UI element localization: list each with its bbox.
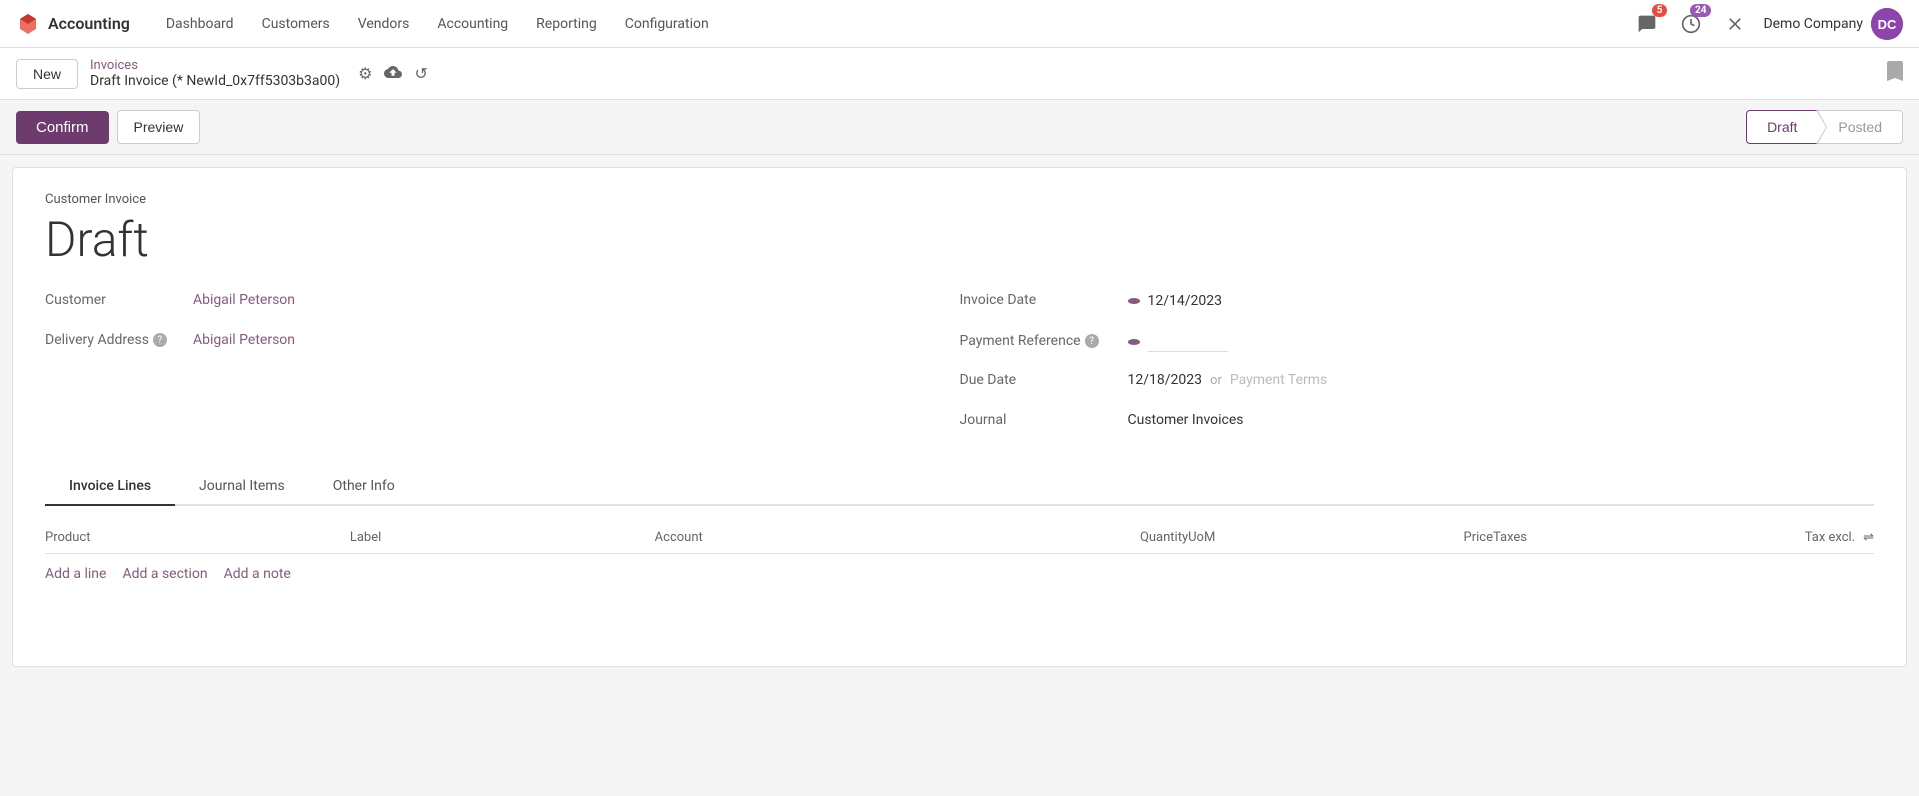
form-section-left: Customer Abigail Peterson Delivery Addre… — [45, 292, 960, 444]
add-note-button[interactable]: Add a note — [224, 566, 291, 582]
col-header-quantity: Quantity — [1036, 530, 1188, 545]
payment-reference-help-icon[interactable]: ? — [1085, 334, 1099, 348]
invoice-date-value[interactable]: 12/14/2023 — [1148, 293, 1223, 309]
svg-text:DC: DC — [1878, 17, 1897, 32]
breadcrumb-title: Draft Invoice (* NewId_0x7ff5303b3a00) — [90, 73, 340, 89]
add-line-button[interactable]: Add a line — [45, 566, 106, 582]
action-bar: Confirm Preview Draft Posted — [0, 100, 1919, 155]
main-content: Customer Invoice Draft Customer Abigail … — [12, 167, 1907, 667]
nav-dashboard[interactable]: Dashboard — [154, 10, 246, 38]
journal-label: Journal — [960, 412, 1120, 428]
col-header-taxes: Taxes — [1493, 530, 1722, 545]
close-icon[interactable] — [1719, 8, 1751, 40]
nav-reporting[interactable]: Reporting — [524, 10, 609, 38]
activities-button[interactable]: 24 — [1675, 8, 1707, 40]
journal-row: Journal Customer Invoices — [960, 412, 1875, 444]
status-posted-button[interactable]: Posted — [1817, 110, 1903, 144]
journal-value[interactable]: Customer Invoices — [1128, 412, 1244, 428]
payment-terms-input[interactable]: Payment Terms — [1230, 372, 1327, 388]
app-logo[interactable]: Accounting — [16, 12, 130, 36]
customer-value[interactable]: Abigail Peterson — [193, 292, 295, 308]
col-header-tax-excl: Tax excl. ⇌ — [1722, 530, 1874, 545]
toolbar-icons: ⚙ ↺ — [356, 61, 430, 87]
due-date-label: Due Date — [960, 372, 1120, 388]
confirm-button[interactable]: Confirm — [16, 111, 109, 144]
add-section-button[interactable]: Add a section — [122, 566, 207, 582]
nav-items: Dashboard Customers Vendors Accounting R… — [154, 10, 1608, 38]
app-name: Accounting — [48, 14, 130, 33]
payment-reference-label: Payment Reference ? — [960, 333, 1120, 349]
col-header-price: Price — [1341, 530, 1493, 545]
nav-vendors[interactable]: Vendors — [346, 10, 422, 38]
top-nav: Accounting Dashboard Customers Vendors A… — [0, 0, 1919, 48]
due-date-value-group: 12/18/2023 or Payment Terms — [1128, 372, 1328, 388]
invoice-date-label: Invoice Date — [960, 292, 1120, 308]
form-grid: Customer Abigail Peterson Delivery Addre… — [45, 292, 1874, 444]
customer-row: Customer Abigail Peterson — [45, 292, 960, 324]
customer-label: Customer — [45, 292, 185, 308]
form-section-right: Invoice Date 12/14/2023 Payment Referenc… — [960, 292, 1875, 444]
settings-gear-icon[interactable]: ⚙ — [356, 62, 374, 85]
activities-badge: 24 — [1690, 4, 1711, 17]
due-date-row: Due Date 12/18/2023 or Payment Terms — [960, 372, 1875, 404]
tabs-bar: Invoice Lines Journal Items Other Info — [45, 468, 1874, 506]
company-selector[interactable]: Demo Company DC — [1763, 8, 1903, 40]
nav-accounting[interactable]: Accounting — [425, 10, 520, 38]
tab-journal-items[interactable]: Journal Items — [175, 468, 309, 506]
payment-reference-row: Payment Reference ? — [960, 332, 1875, 364]
messages-button[interactable]: 5 — [1631, 8, 1663, 40]
col-header-account: Account — [655, 530, 1036, 545]
add-row: Add a line Add a section Add a note — [45, 554, 1874, 594]
invoice-date-row: Invoice Date 12/14/2023 — [960, 292, 1875, 324]
nav-configuration[interactable]: Configuration — [613, 10, 721, 38]
delivery-address-help-icon[interactable]: ? — [153, 333, 167, 347]
delivery-address-label: Delivery Address ? — [45, 332, 185, 348]
breadcrumb: Invoices Draft Invoice (* NewId_0x7ff530… — [90, 58, 340, 89]
col-header-uom: UoM — [1188, 530, 1340, 545]
nav-customers[interactable]: Customers — [250, 10, 342, 38]
tab-invoice-lines[interactable]: Invoice Lines — [45, 468, 175, 506]
nav-right: 5 24 Demo Company DC — [1631, 8, 1903, 40]
preview-button[interactable]: Preview — [117, 110, 201, 144]
tab-other-info[interactable]: Other Info — [309, 468, 419, 506]
invoice-status-title: Draft — [45, 211, 1874, 268]
delivery-address-value[interactable]: Abigail Peterson — [193, 332, 295, 348]
table-header: Product Label Account Quantity UoM Price… — [45, 522, 1874, 554]
messages-badge: 5 — [1652, 4, 1668, 17]
toolbar-row: New Invoices Draft Invoice (* NewId_0x7f… — [0, 48, 1919, 100]
column-settings-icon[interactable]: ⇌ — [1863, 530, 1874, 545]
col-header-product: Product — [45, 530, 350, 545]
avatar: DC — [1871, 8, 1903, 40]
col-header-label: Label — [350, 530, 655, 545]
payment-reference-value[interactable] — [1148, 332, 1228, 352]
status-draft-button[interactable]: Draft — [1746, 110, 1817, 144]
bookmark-icon[interactable] — [1887, 61, 1903, 86]
due-date-value[interactable]: 12/18/2023 — [1128, 372, 1203, 388]
breadcrumb-link[interactable]: Invoices — [90, 58, 340, 73]
upload-icon[interactable] — [382, 61, 404, 87]
invoice-table: Product Label Account Quantity UoM Price… — [45, 522, 1874, 594]
refresh-icon[interactable]: ↺ — [412, 62, 429, 85]
delivery-address-row: Delivery Address ? Abigail Peterson — [45, 332, 960, 364]
new-button[interactable]: New — [16, 59, 78, 89]
status-bar: Draft Posted — [1746, 110, 1903, 144]
company-name: Demo Company — [1763, 16, 1863, 32]
or-text: or — [1210, 373, 1222, 388]
invoice-type-label: Customer Invoice — [45, 192, 1874, 207]
